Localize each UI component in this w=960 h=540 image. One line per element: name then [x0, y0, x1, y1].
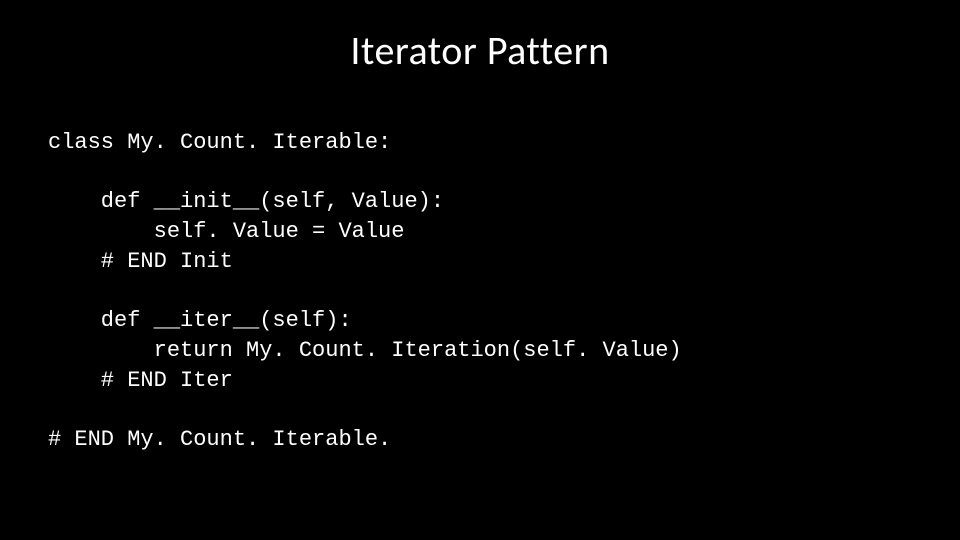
code-block: class My. Count. Iterable: def __init__(… — [48, 128, 682, 455]
slide-title: Iterator Pattern — [0, 26, 960, 75]
slide: Iterator Pattern class My. Count. Iterab… — [0, 0, 960, 540]
